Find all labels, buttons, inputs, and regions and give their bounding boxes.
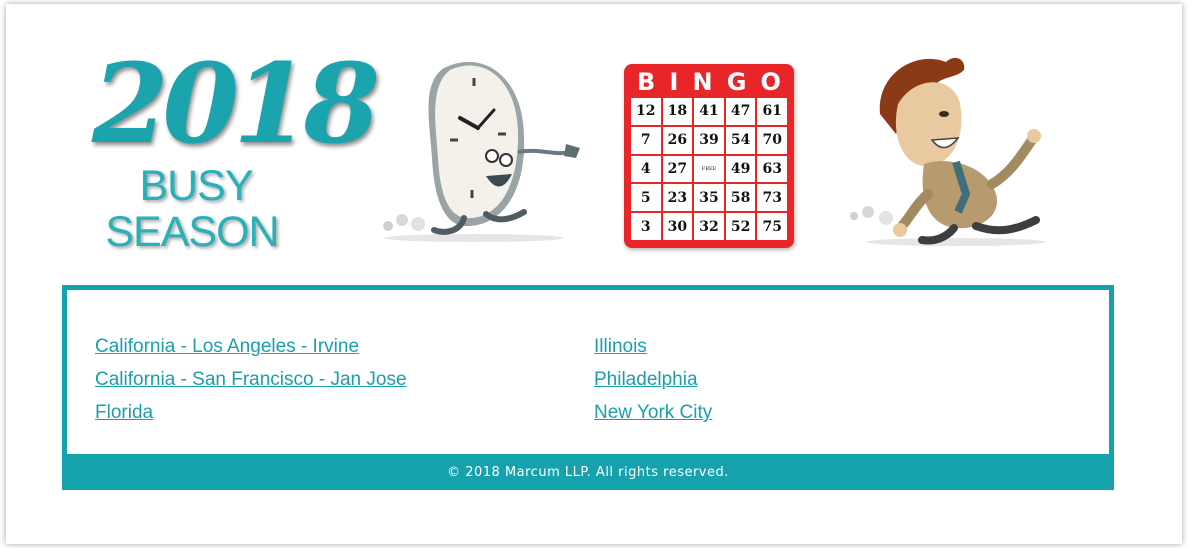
bingo-cell: 70: [757, 126, 787, 154]
bingo-cell: 27: [662, 155, 693, 183]
bingo-cell: 32: [694, 213, 724, 240]
bingo-letter: B: [637, 68, 656, 96]
logo-busy: BUSY: [139, 162, 253, 210]
bingo-letter: I: [669, 68, 679, 96]
bingo-free-cell: FREE: [694, 155, 724, 183]
bingo-cell: 3: [631, 213, 661, 240]
bingo-cell: 18: [662, 98, 693, 125]
logo-season: SEASON: [105, 208, 279, 256]
bingo-card: B I N G O 12 18 41 47 61 7 26 39 54 70 4…: [624, 64, 794, 248]
bingo-cell: 73: [757, 184, 787, 212]
running-man-icon: [850, 57, 1046, 246]
running-clock-icon: [383, 61, 580, 242]
locations-column-right: Illinois Philadelphia New York City: [594, 330, 712, 429]
bingo-cell: 41: [694, 98, 724, 125]
bingo-cell: 58: [725, 184, 756, 212]
bingo-letter: G: [726, 68, 747, 96]
link-california-la-irvine[interactable]: California - Los Angeles - Irvine: [95, 330, 407, 363]
bingo-cell: 26: [662, 126, 693, 154]
bingo-cell: 39: [694, 126, 724, 154]
bingo-cell: 30: [662, 213, 693, 240]
bingo-cell: 75: [757, 213, 787, 240]
bingo-cell: 54: [725, 126, 756, 154]
bingo-grid: 12 18 41 47 61 7 26 39 54 70 4 27 FREE 4…: [631, 98, 787, 240]
bingo-cell: 12: [631, 98, 661, 125]
bingo-cell: 35: [694, 184, 724, 212]
locations-column-left: California - Los Angeles - Irvine Califo…: [95, 330, 407, 429]
copyright-text: © 2018 Marcum LLP. All rights reserved.: [447, 464, 729, 480]
link-new-york-city[interactable]: New York City: [594, 396, 712, 429]
bingo-header: B I N G O: [630, 68, 788, 96]
bingo-letter: N: [692, 68, 713, 96]
bingo-letter: O: [760, 68, 781, 96]
bingo-cell: 7: [631, 126, 661, 154]
bingo-cell: 5: [631, 184, 661, 212]
bingo-cell: 63: [757, 155, 787, 183]
bingo-cell: 23: [662, 184, 693, 212]
footer-bar: © 2018 Marcum LLP. All rights reserved.: [62, 454, 1114, 490]
bingo-cell: 49: [725, 155, 756, 183]
link-philadelphia[interactable]: Philadelphia: [594, 363, 712, 396]
bingo-cell: 4: [631, 155, 661, 183]
bingo-cell: 47: [725, 98, 756, 125]
banner: 2018 BUSY SEASON B I N G O 12 18 41 47 6…: [6, 4, 1182, 279]
link-illinois[interactable]: Illinois: [594, 330, 712, 363]
busy-season-logo: 2018 BUSY SEASON: [92, 39, 380, 259]
logo-year: 2018: [92, 39, 380, 168]
link-florida[interactable]: Florida: [95, 396, 407, 429]
bingo-cell: 61: [757, 98, 787, 125]
link-california-sf-san-jose[interactable]: California - San Francisco - Jan Jose: [95, 363, 407, 396]
email-page: 2018 BUSY SEASON B I N G O 12 18 41 47 6…: [6, 4, 1182, 544]
bingo-cell: 52: [725, 213, 756, 240]
